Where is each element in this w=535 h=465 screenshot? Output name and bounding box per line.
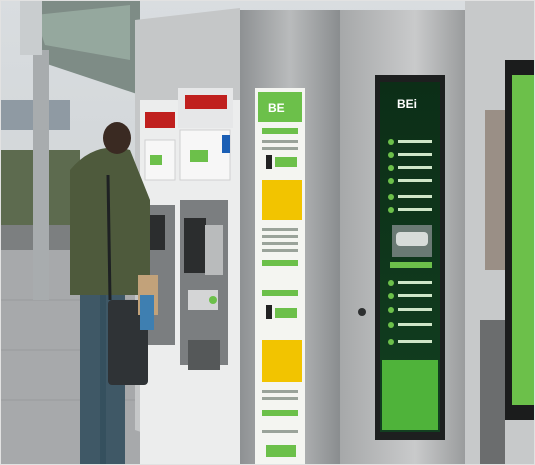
scene-svg: BE BEi <box>0 0 535 465</box>
yellow-section <box>262 180 302 220</box>
keypad[interactable] <box>205 225 223 275</box>
head <box>103 122 131 154</box>
screen-green-block <box>382 360 438 430</box>
yellow-section-lower <box>262 340 302 382</box>
info-panel <box>255 88 305 465</box>
red-display-left <box>145 112 175 128</box>
poster <box>512 75 535 405</box>
accessibility-sticker <box>222 135 230 153</box>
panel-logo: BE <box>268 101 285 115</box>
photo-scene: BE BEi <box>0 0 535 465</box>
cabinet-lock <box>358 308 366 316</box>
shelter-pole <box>33 50 49 300</box>
touch-screen[interactable] <box>184 218 206 273</box>
red-display-right <box>185 95 227 109</box>
screen-logo: BEi <box>397 97 417 111</box>
ticket-slot[interactable] <box>188 340 220 370</box>
